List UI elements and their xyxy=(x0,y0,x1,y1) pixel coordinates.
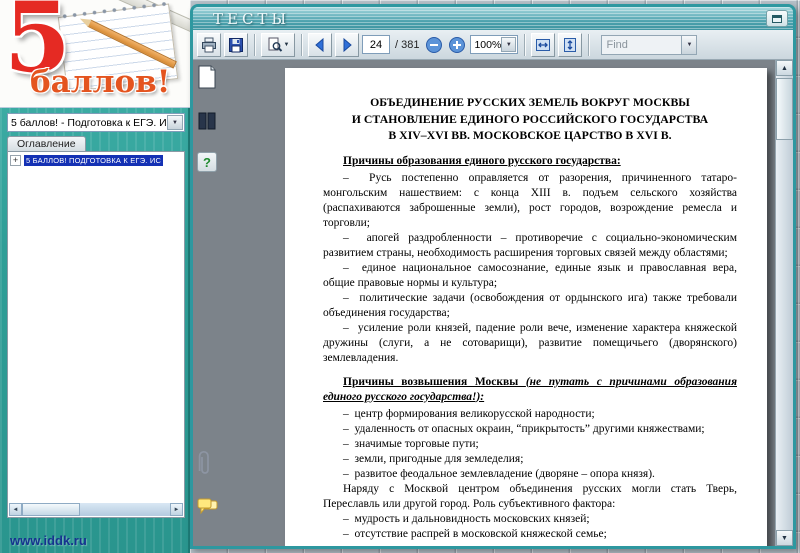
edition-select-value: 5 баллов! - Подготовка к ЕГЭ. Ис xyxy=(11,116,167,129)
doc-paragraph: – развитое феодальное землевладение (дво… xyxy=(343,467,655,480)
find-input[interactable] xyxy=(602,38,682,51)
save-button[interactable] xyxy=(224,32,248,57)
edition-select[interactable]: 5 баллов! - Подготовка к ЕГЭ. Ис ▼ xyxy=(7,113,185,132)
two-pages-icon xyxy=(198,112,216,130)
logo: 5 баллов! xyxy=(0,0,190,108)
window-title: ТЕСТЫ xyxy=(213,9,291,28)
question-mark-icon: ? xyxy=(203,154,211,170)
doc-paragraph: – земли, пригодные для земледелия; xyxy=(343,452,524,465)
doc-paragraph: – Русь постепенно оправляется от разорен… xyxy=(323,171,737,229)
doc-paragraph: – единое национальное самосознание, един… xyxy=(323,261,737,289)
doc-title: ОБЪЕДИНЕНИЕ РУССКИХ ЗЕМЕЛЬ ВОКРУГ МОСКВЫ… xyxy=(323,94,737,144)
window-menu-button[interactable] xyxy=(766,10,788,27)
vertical-scrollbar[interactable]: ▲ ▼ xyxy=(775,60,793,546)
two-page-view-button[interactable] xyxy=(197,112,217,130)
doc-title-line: И СТАНОВЛЕНИЕ ЕДИНОГО РОССИЙСКОГО ГОСУДА… xyxy=(351,111,709,126)
doc-paragraph: – центр формирования великорусской народ… xyxy=(343,407,595,420)
tab-contents[interactable]: Оглавление xyxy=(7,136,86,151)
window-icon xyxy=(772,14,782,23)
page-number-input[interactable] xyxy=(362,35,390,54)
doc-paragraph: Наряду с Москвой центром объединения рус… xyxy=(323,482,737,510)
print-preview-icon xyxy=(268,37,282,52)
print-preview-button[interactable]: ▼ xyxy=(261,32,295,57)
doc-paragraph: – политические задачи (освобождения от о… xyxy=(323,291,737,319)
arrow-right-icon xyxy=(343,37,352,52)
scroll-down-button[interactable]: ▼ xyxy=(776,530,793,546)
single-page-view-button[interactable] xyxy=(197,65,217,89)
chevron-down-icon[interactable]: ▼ xyxy=(681,35,697,54)
arrow-left-icon xyxy=(315,37,324,52)
logo-word: баллов! xyxy=(30,64,171,100)
tree-item[interactable]: + 5 БАЛЛОВ! ПОДГОТОВКА К ЕГЭ. ИС xyxy=(8,152,184,169)
comment-button[interactable] xyxy=(197,498,219,515)
printer-icon xyxy=(202,37,216,52)
print-button[interactable] xyxy=(197,32,221,57)
scroll-up-button[interactable]: ▲ xyxy=(776,60,793,76)
tree-item-label[interactable]: 5 БАЛЛОВ! ПОДГОТОВКА К ЕГЭ. ИС xyxy=(24,155,164,166)
doc-paragraph: – значимые торговые пути; xyxy=(343,437,479,450)
viewer-window: ТЕСТЫ ▼ / 381 xyxy=(190,4,796,549)
toolbar-separator xyxy=(588,33,590,56)
tree-expander-icon[interactable]: + xyxy=(10,155,21,166)
fit-width-button[interactable] xyxy=(531,32,556,57)
document-area: ? ОБЪЕДИНЕНИЕ РУССКИХ ЗЕМЕЛЬ ВОКРУГ МОСК… xyxy=(193,60,793,546)
sidebar: 5 баллов! 5 баллов! - Подготовка к ЕГЭ. … xyxy=(0,0,190,553)
scroll-right-icon[interactable]: ► xyxy=(170,503,183,516)
zoom-out-icon xyxy=(426,36,443,53)
floppy-icon xyxy=(229,37,243,52)
doc-paragraph: – удаленность от опасных окраин, “прикры… xyxy=(343,422,705,435)
paperclip-icon xyxy=(198,450,209,474)
attachment-button[interactable] xyxy=(197,450,213,478)
toolbar-separator xyxy=(524,33,526,56)
scroll-left-icon[interactable]: ◄ xyxy=(9,503,22,516)
doc-heading: Причины возвышения Москвы (не путать с п… xyxy=(323,375,737,403)
zoom-value: 100% xyxy=(474,38,502,51)
title-bar: ТЕСТЫ xyxy=(193,7,793,30)
fit-width-icon xyxy=(536,38,551,51)
doc-title-line: В XIV–XVI ВВ. МОСКОВСКОЕ ЦАРСТВО В XVI В… xyxy=(388,128,672,142)
scroll-thumb[interactable] xyxy=(776,78,793,140)
chevron-down-icon: ▼ xyxy=(283,41,290,48)
zoom-select[interactable]: 100% ▼ xyxy=(470,35,519,54)
site-link[interactable]: www.iddk.ru xyxy=(10,533,87,548)
chevron-down-icon[interactable]: ▼ xyxy=(501,37,517,52)
doc-title-line: ОБЪЕДИНЕНИЕ РУССКИХ ЗЕМЕЛЬ ВОКРУГ МОСКВЫ xyxy=(370,95,690,109)
fit-page-button[interactable] xyxy=(558,32,583,57)
app-background: 5 баллов! 5 баллов! - Подготовка к ЕГЭ. … xyxy=(0,0,800,553)
doc-heading: Причины образования единого русского гос… xyxy=(343,154,621,167)
scroll-thumb[interactable] xyxy=(22,503,80,516)
page-icon xyxy=(198,65,216,89)
speech-bubble-icon xyxy=(197,498,218,515)
zoom-in-button[interactable] xyxy=(447,35,467,55)
toc-tree: + 5 БАЛЛОВ! ПОДГОТОВКА К ЕГЭ. ИС ◄ ► xyxy=(7,151,185,518)
fit-page-icon xyxy=(564,37,577,52)
toolbar: ▼ / 381 100% ▼ xyxy=(193,30,793,60)
find-box: ▼ xyxy=(601,34,698,55)
doc-paragraph: – усиление роли князей, падение роли веч… xyxy=(323,321,737,364)
prev-page-button[interactable] xyxy=(308,32,332,57)
document-page: ОБЪЕДИНЕНИЕ РУССКИХ ЗЕМЕЛЬ ВОКРУГ МОСКВЫ… xyxy=(285,68,767,546)
doc-paragraph: – апогей раздробленности – противоречие … xyxy=(323,231,737,259)
page-total-label: / 381 xyxy=(395,38,420,51)
help-button[interactable]: ? xyxy=(197,152,217,172)
tree-horizontal-scrollbar[interactable]: ◄ ► xyxy=(9,503,183,516)
toolbar-separator xyxy=(301,33,302,56)
doc-paragraph: – отсутствие распрей в московской княжес… xyxy=(343,527,607,540)
toolbar-separator xyxy=(254,33,255,56)
next-page-button[interactable] xyxy=(335,32,359,57)
chevron-down-icon[interactable]: ▼ xyxy=(167,115,183,130)
zoom-in-icon xyxy=(449,36,466,53)
doc-paragraph: – мудрость и дальновидность московских к… xyxy=(343,512,590,525)
zoom-out-button[interactable] xyxy=(424,35,444,55)
